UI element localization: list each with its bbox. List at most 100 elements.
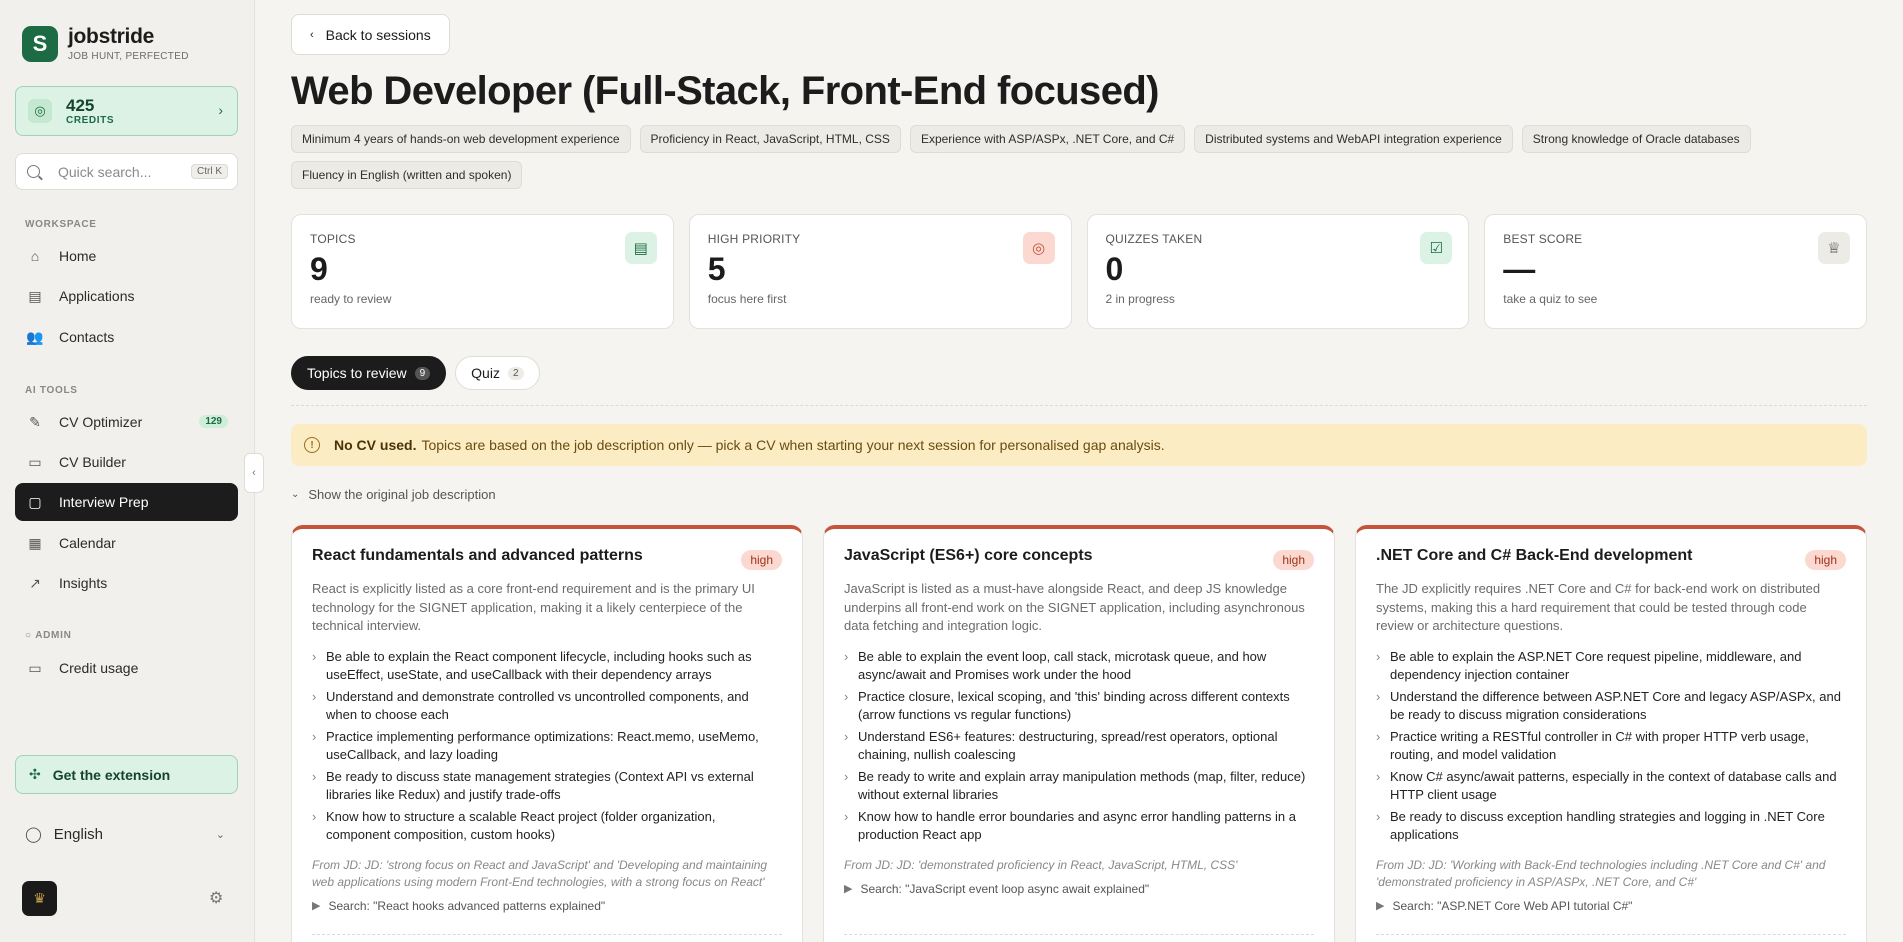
chevron-left-icon: ‹: [310, 28, 314, 41]
gear-icon[interactable]: ⚙: [209, 888, 223, 908]
stat-sub: ready to review: [310, 292, 392, 306]
divider: [291, 405, 1867, 406]
search-query: Search: "JavaScript event loop async awa…: [860, 881, 1150, 896]
coins-icon: ◎: [28, 99, 52, 123]
tab-quiz[interactable]: Quiz 2: [455, 356, 540, 390]
main-content: ‹ Back to sessions Web Developer (Full-S…: [291, 0, 1867, 942]
chevron-down-icon: ⌄: [215, 828, 225, 841]
nav-item-cv-builder[interactable]: ▭ CV Builder: [15, 443, 238, 481]
extension-label: Get the extension: [52, 766, 171, 783]
nav-item-applications[interactable]: ▤ Applications: [15, 277, 238, 315]
video-icon: ▶: [1376, 900, 1385, 912]
get-extension-button[interactable]: ✣ Get the extension: [15, 755, 238, 794]
video-icon: ▶: [844, 883, 853, 895]
nav-item-label: Credit usage: [59, 660, 139, 676]
search-query: Search: "React hooks advanced patterns e…: [328, 898, 606, 913]
home-icon: ⌂: [30, 248, 40, 264]
nav-item-home[interactable]: ⌂ Home: [15, 237, 238, 275]
target-icon: ◎: [1022, 232, 1055, 264]
tab-bar: Topics to review 9 Quiz 2: [291, 356, 540, 390]
puzzle-icon: ✣: [29, 766, 41, 782]
stat-card-topics: TOPICS 9 ready to review ▤: [291, 214, 674, 329]
list-item: Be ready to discuss exception handling s…: [1376, 808, 1846, 845]
topic-card[interactable]: React fundamentals and advanced patterns…: [291, 525, 803, 942]
divider: [844, 934, 1314, 935]
tab-label: Quiz: [471, 365, 500, 381]
priority-badge: high: [1273, 550, 1314, 570]
requirement-tag: Fluency in English (written and spoken): [291, 161, 523, 189]
brand[interactable]: S jobstride JOB HUNT, PERFECTED: [22, 26, 189, 62]
tab-label: Topics to review: [307, 365, 407, 381]
search-placeholder: Quick search...: [58, 163, 152, 180]
language-select[interactable]: ◯ English ⌄: [25, 825, 225, 844]
back-to-sessions-button[interactable]: ‹ Back to sessions: [291, 14, 450, 55]
divider: [312, 934, 782, 935]
search-icon: [27, 165, 40, 178]
nav-section-admin: ○ ADMIN: [25, 630, 72, 641]
nav-item-contacts[interactable]: 👥 Contacts: [15, 318, 238, 356]
jd-source-quote: From JD: JD: 'Working with Back-End tech…: [1376, 857, 1826, 889]
nav-item-cv-optimizer[interactable]: ✎ CV Optimizer 129: [15, 403, 238, 441]
jd-source-quote: From JD: JD: 'strong focus on React and …: [312, 857, 768, 889]
nav-item-label: Home: [59, 248, 97, 264]
topic-card[interactable]: JavaScript (ES6+) core concepts high Jav…: [823, 525, 1335, 942]
requirement-tag: Minimum 4 years of hands-on web developm…: [291, 125, 631, 153]
nav-item-label: Insights: [59, 575, 108, 591]
nav-item-insights[interactable]: ↗ Insights: [15, 564, 238, 602]
list-item: Practice closure, lexical scoping, and '…: [844, 688, 1314, 725]
document-icon: ▤: [28, 287, 42, 304]
search-suggestion[interactable]: ▶ Search: "React hooks advanced patterns…: [312, 899, 782, 913]
notice-text: Topics are based on the job description …: [421, 437, 1165, 453]
stat-sub: focus here first: [707, 292, 787, 306]
chart-icon: ↗: [29, 574, 41, 591]
video-icon: ▶: [312, 900, 321, 912]
list-item: Be ready to write and explain array mani…: [844, 768, 1314, 805]
checklist-icon: ☑: [1420, 232, 1453, 264]
show-jd-toggle[interactable]: ⌄ Show the original job description: [291, 487, 496, 502]
language-label: English: [53, 825, 103, 843]
nav-item-label: Applications: [59, 288, 135, 304]
nav-item-label: Calendar: [59, 535, 116, 551]
collapse-sidebar-button[interactable]: ‹: [244, 453, 264, 493]
search-suggestion[interactable]: ▶ Search: "ASP.NET Core Web API tutorial…: [1376, 899, 1846, 913]
credits-card[interactable]: ◎ 425 CREDITS ›: [15, 86, 238, 136]
list-item: Understand and demonstrate controlled vs…: [312, 688, 782, 725]
topic-description: React is explicitly listed as a core fro…: [312, 581, 755, 633]
nav-item-credit-usage[interactable]: ▭ Credit usage: [15, 649, 238, 687]
shield-icon: ○: [25, 630, 36, 641]
globe-icon: ◯: [25, 826, 42, 843]
avatar[interactable]: ♛: [22, 881, 57, 916]
stat-sub: 2 in progress: [1105, 292, 1175, 306]
brand-tagline: JOB HUNT, PERFECTED: [68, 51, 189, 62]
logo-icon: S: [22, 26, 58, 62]
topic-bullets: Be able to explain the ASP.NET Core requ…: [1376, 648, 1846, 845]
list-item: Know C# async/await patterns, especially…: [1376, 768, 1846, 805]
topic-title: JavaScript (ES6+) core concepts: [844, 547, 1093, 564]
brand-name: jobstride: [68, 25, 154, 48]
nav-item-calendar[interactable]: ▦ Calendar: [15, 524, 238, 562]
stats-row: TOPICS 9 ready to review ▤ HIGH PRIORITY…: [291, 214, 1867, 329]
stat-value: 0: [1105, 251, 1124, 287]
requirement-tag: Distributed systems and WebAPI integrati…: [1194, 125, 1513, 153]
topic-description: JavaScript is listed as a must-have alon…: [844, 581, 1305, 633]
nav-item-label: Interview Prep: [59, 494, 149, 510]
stat-label: BEST SCORE: [1503, 232, 1583, 246]
chevron-left-icon: ‹: [252, 467, 256, 479]
topic-cards: React fundamentals and advanced patterns…: [291, 525, 1867, 942]
topic-card[interactable]: .NET Core and C# Back-End development hi…: [1355, 525, 1867, 942]
tab-topics-to-review[interactable]: Topics to review 9: [291, 356, 447, 390]
quick-search[interactable]: Quick search... Ctrl K: [15, 153, 238, 190]
nav-item-interview-prep[interactable]: ▢ Interview Prep: [15, 483, 238, 521]
list-item: Understand ES6+ features: destructuring,…: [844, 728, 1314, 765]
requirement-tag: Strong knowledge of Oracle databases: [1521, 125, 1751, 153]
stat-label: QUIZZES TAKEN: [1105, 232, 1203, 246]
sidebar: S jobstride JOB HUNT, PERFECTED ◎ 425 CR…: [0, 0, 255, 942]
search-suggestion[interactable]: ▶ Search: "JavaScript event loop async a…: [844, 882, 1314, 896]
stat-label: TOPICS: [310, 232, 356, 246]
nav-section-workspace: WORKSPACE: [25, 219, 97, 230]
divider: [1376, 934, 1846, 935]
nav-item-label: CV Builder: [59, 454, 126, 470]
topic-description: The JD explicitly requires .NET Core and…: [1376, 581, 1821, 633]
cv-optimizer-badge: 129: [199, 415, 228, 428]
list-item: Understand the difference between ASP.NE…: [1376, 688, 1846, 725]
